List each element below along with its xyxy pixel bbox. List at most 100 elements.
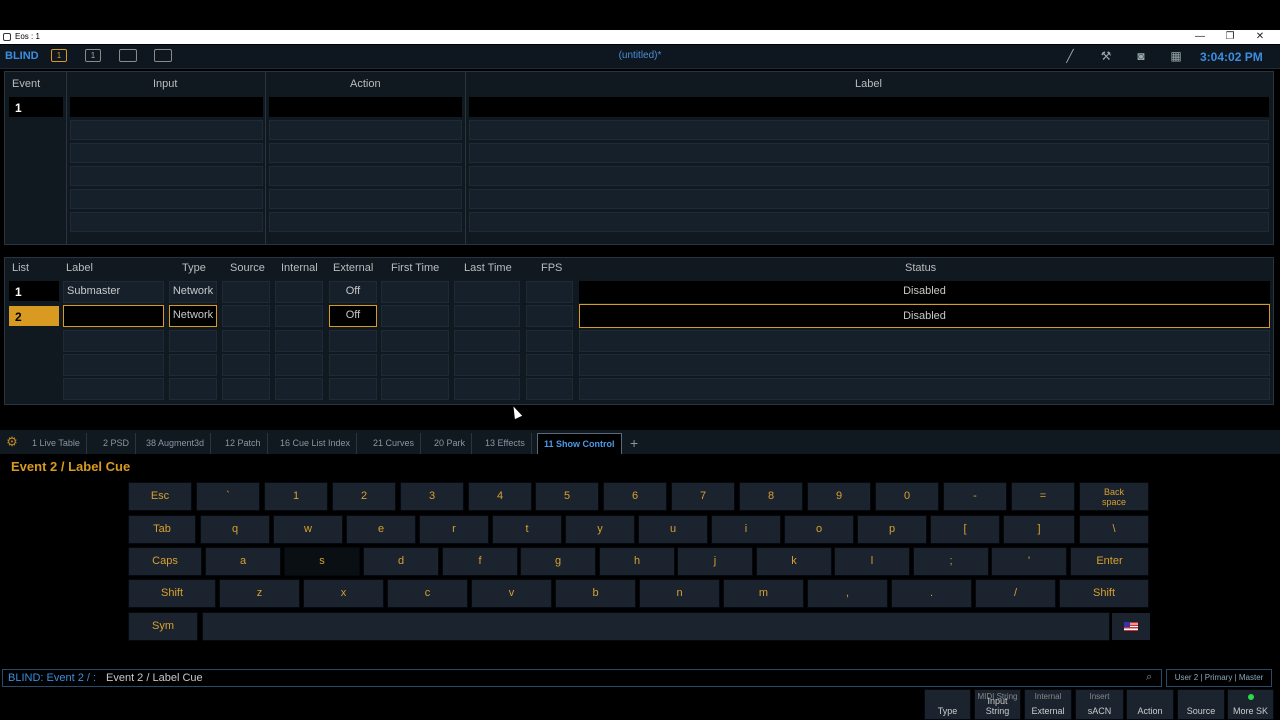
empty-cell[interactable] — [269, 189, 462, 209]
list-type-cell[interactable]: Network — [169, 281, 217, 303]
empty-cell[interactable] — [169, 378, 217, 400]
list-label-cell[interactable]: Submaster — [63, 281, 164, 303]
key-u[interactable]: u — [638, 515, 708, 544]
empty-cell[interactable] — [222, 354, 270, 376]
tab-show-control[interactable]: 11 Show Control — [537, 433, 622, 454]
empty-cell[interactable] — [169, 354, 217, 376]
list-number-cell-selected[interactable]: 2 — [9, 306, 59, 326]
empty-cell[interactable] — [579, 354, 1270, 376]
gear-icon[interactable]: ⚙ — [5, 435, 19, 449]
key-minus[interactable]: - — [943, 482, 1007, 511]
empty-cell[interactable] — [70, 212, 263, 232]
empty-cell[interactable] — [70, 143, 263, 163]
command-line[interactable]: BLIND: Event 2 / : Event 2 / Label Cue ⌕ — [2, 669, 1162, 687]
softkey-more[interactable]: More SK — [1227, 689, 1274, 720]
empty-cell[interactable] — [469, 212, 1269, 232]
key-3[interactable]: 3 — [400, 482, 464, 511]
softkey-action[interactable]: Action — [1126, 689, 1174, 720]
softkey-sacn[interactable]: Insert sACN — [1075, 689, 1124, 720]
key-a[interactable]: a — [205, 547, 281, 576]
key-shift-left[interactable]: Shift — [128, 579, 216, 608]
list-type-cell[interactable]: Network — [169, 305, 217, 327]
key-k[interactable]: k — [756, 547, 832, 576]
list-last-time-cell[interactable] — [454, 281, 520, 303]
empty-cell[interactable] — [329, 330, 377, 352]
empty-cell[interactable] — [222, 330, 270, 352]
empty-cell[interactable] — [469, 166, 1269, 186]
softkey-source[interactable]: Source — [1177, 689, 1225, 720]
key-1[interactable]: 1 — [264, 482, 328, 511]
key-quote[interactable]: ' — [991, 547, 1067, 576]
key-p[interactable]: p — [857, 515, 927, 544]
close-button[interactable]: ✕ — [1245, 30, 1275, 44]
empty-cell[interactable] — [579, 330, 1270, 352]
key-9[interactable]: 9 — [807, 482, 871, 511]
empty-cell[interactable] — [469, 120, 1269, 140]
empty-cell[interactable] — [63, 330, 164, 352]
key-period[interactable]: . — [891, 579, 972, 608]
key-g[interactable]: g — [520, 547, 596, 576]
tab-live-table[interactable]: 1 Live Table — [26, 433, 87, 454]
tab-cue-list-index[interactable]: 16 Cue List Index — [274, 433, 358, 454]
key-e[interactable]: e — [346, 515, 416, 544]
key-d[interactable]: d — [363, 547, 439, 576]
restore-button[interactable]: ❐ — [1215, 30, 1245, 44]
key-backspace[interactable]: Back space — [1079, 482, 1149, 511]
tools-icon[interactable]: ⚒ — [1098, 48, 1114, 64]
empty-cell[interactable] — [454, 378, 520, 400]
empty-cell[interactable] — [579, 378, 1270, 400]
key-h[interactable]: h — [599, 547, 675, 576]
empty-cell[interactable] — [70, 120, 263, 140]
key-2[interactable]: 2 — [332, 482, 396, 511]
event-label-cell[interactable] — [469, 97, 1269, 117]
list-external-cell[interactable]: Off — [329, 281, 377, 303]
key-v[interactable]: v — [471, 579, 552, 608]
empty-cell[interactable] — [63, 378, 164, 400]
key-tab[interactable]: Tab — [128, 515, 196, 544]
empty-cell[interactable] — [70, 189, 263, 209]
key-w[interactable]: w — [273, 515, 343, 544]
event-input-cell[interactable] — [70, 97, 263, 117]
list-fps-cell[interactable] — [526, 305, 573, 327]
key-r[interactable]: r — [419, 515, 489, 544]
list-fps-cell[interactable] — [526, 281, 573, 303]
minimize-button[interactable]: — — [1185, 30, 1215, 44]
empty-cell[interactable] — [275, 330, 323, 352]
key-c[interactable]: c — [387, 579, 468, 608]
list-source-cell[interactable] — [222, 281, 270, 303]
key-t[interactable]: t — [492, 515, 562, 544]
key-space[interactable] — [202, 612, 1110, 641]
empty-cell[interactable] — [381, 378, 449, 400]
key-left-bracket[interactable]: [ — [930, 515, 1000, 544]
key-z[interactable]: z — [219, 579, 300, 608]
empty-cell[interactable] — [269, 212, 462, 232]
empty-cell[interactable] — [63, 354, 164, 376]
key-y[interactable]: y — [565, 515, 635, 544]
search-icon[interactable]: ⌕ — [1146, 671, 1152, 684]
list-first-time-cell[interactable] — [381, 305, 449, 327]
list-status-cell[interactable]: Disabled — [579, 304, 1270, 328]
empty-cell[interactable] — [222, 378, 270, 400]
key-backtick[interactable]: ` — [196, 482, 260, 511]
list-first-time-cell[interactable] — [381, 281, 449, 303]
key-6[interactable]: 6 — [603, 482, 667, 511]
empty-cell[interactable] — [454, 354, 520, 376]
key-q[interactable]: q — [200, 515, 270, 544]
empty-cell[interactable] — [275, 378, 323, 400]
user-status[interactable]: User 2 | Primary | Master — [1166, 669, 1272, 687]
key-x[interactable]: x — [303, 579, 384, 608]
key-semicolon[interactable]: ; — [913, 547, 989, 576]
empty-cell[interactable] — [381, 330, 449, 352]
key-0[interactable]: 0 — [875, 482, 939, 511]
event-number-cell[interactable]: 1 — [9, 97, 63, 117]
key-5[interactable]: 5 — [535, 482, 599, 511]
softkey-type[interactable]: Type — [924, 689, 971, 720]
key-f[interactable]: f — [442, 547, 518, 576]
keyboard-icon[interactable]: ▦ — [1168, 48, 1184, 64]
empty-cell[interactable] — [329, 354, 377, 376]
empty-cell[interactable] — [469, 143, 1269, 163]
key-l[interactable]: l — [834, 547, 910, 576]
add-tab-button[interactable]: + — [630, 435, 638, 451]
empty-cell[interactable] — [269, 166, 462, 186]
tab-psd[interactable]: 2 PSD — [97, 433, 137, 454]
